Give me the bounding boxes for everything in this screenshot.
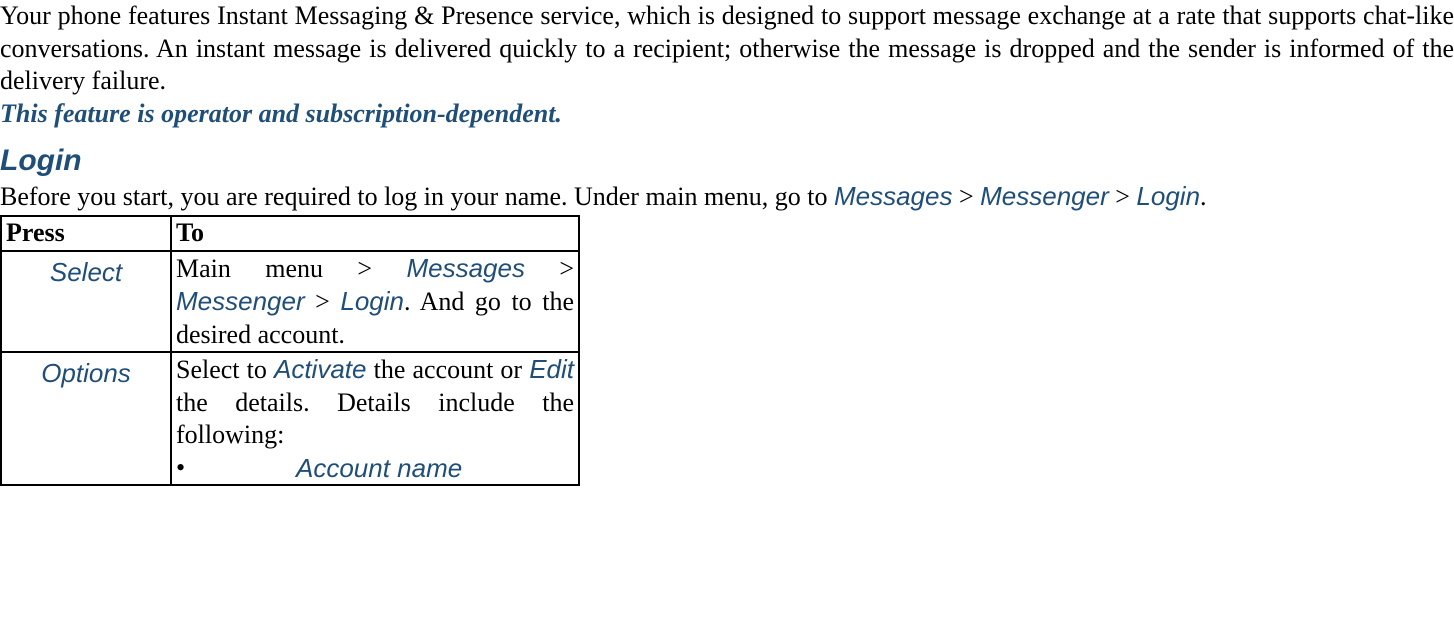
- section-heading-login: Login: [0, 142, 1454, 180]
- table-row: Select Main menu > Messages > Messenger …: [1, 251, 579, 353]
- table-header-row: Press To: [1, 216, 579, 251]
- to-cell-select: Main menu > Messages > Messenger > Login…: [171, 251, 579, 353]
- bullet-mark: •: [176, 452, 296, 485]
- r1-kw-messenger: Messenger: [176, 286, 305, 316]
- to-cell-options: Select to Activate the account or Edit t…: [171, 352, 579, 485]
- table-row: Options Select to Activate the account o…: [1, 352, 579, 485]
- dependency-note: This feature is operator and subscriptio…: [0, 98, 1454, 131]
- r2-prefix: Select to: [176, 355, 274, 384]
- r1-kw-messages: Messages: [406, 253, 525, 283]
- nav-sep-1: >: [952, 182, 980, 211]
- r1-sep1: >: [525, 254, 574, 283]
- r2-kw-activate: Activate: [274, 354, 367, 384]
- bullet-line: • Account name: [176, 452, 574, 485]
- table-head-press: Press: [1, 216, 171, 251]
- r2-kw-edit: Edit: [529, 354, 574, 384]
- r1-prefix: Main menu >: [176, 254, 406, 283]
- r1-sep2: >: [305, 287, 341, 316]
- r2-mid1: the account or: [366, 355, 529, 384]
- press-select: Select: [50, 257, 122, 287]
- press-to-table: Press To Select Main menu > Messages > M…: [0, 215, 580, 486]
- nav-sep-2: >: [1109, 182, 1137, 211]
- login-pretext: Before you start, you are required to lo…: [0, 182, 834, 211]
- nav-path-messages: Messages: [834, 181, 953, 211]
- nav-path-login: Login: [1136, 181, 1200, 211]
- press-options: Options: [41, 358, 131, 388]
- login-instructions: Before you start, you are required to lo…: [0, 180, 1454, 214]
- nav-period: .: [1200, 182, 1207, 211]
- r2-mid2: the details. Details include the followi…: [176, 388, 574, 450]
- bullet-account-name: Account name: [296, 452, 462, 485]
- intro-paragraph: Your phone features Instant Messaging & …: [0, 0, 1454, 98]
- table-head-to: To: [171, 216, 579, 251]
- nav-path-messenger: Messenger: [980, 181, 1109, 211]
- r1-kw-login: Login: [340, 286, 404, 316]
